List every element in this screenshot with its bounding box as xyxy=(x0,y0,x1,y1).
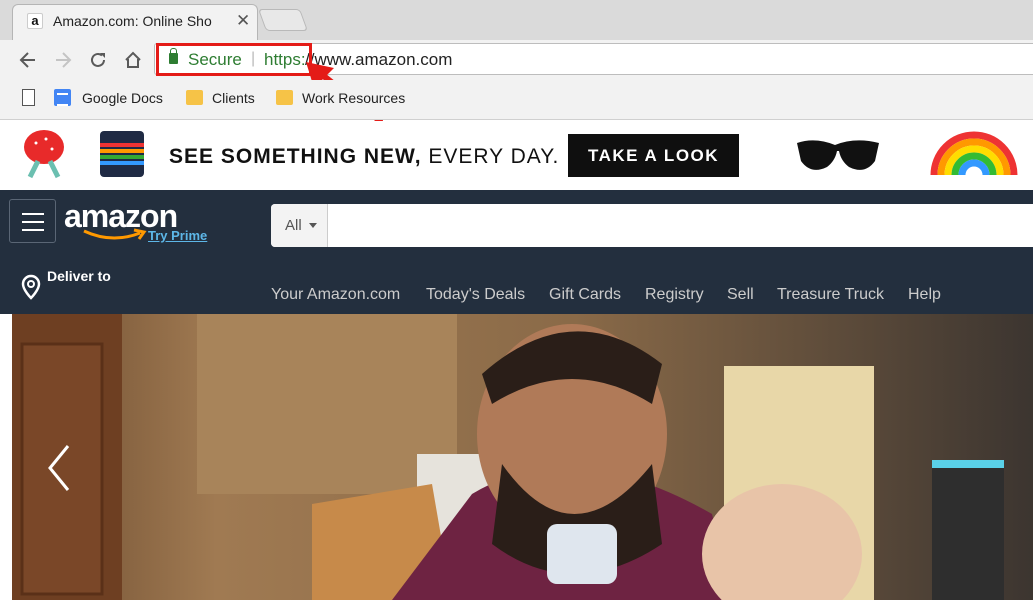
google-docs-icon xyxy=(54,89,71,106)
nav-sell[interactable]: Sell xyxy=(727,286,754,304)
try-prime-link[interactable]: Try Prime xyxy=(148,228,207,243)
bookmark-clients[interactable]: Clients xyxy=(212,90,255,106)
hero-image xyxy=(12,314,1033,600)
bookmark-google-docs[interactable]: Google Docs xyxy=(82,90,163,106)
rainbow-icon xyxy=(930,131,1018,176)
amazon-favicon-icon: a xyxy=(27,13,43,29)
folder-icon xyxy=(276,90,293,105)
nav-registry[interactable]: Registry xyxy=(645,286,704,304)
smile-arrow-icon xyxy=(83,228,147,240)
amazon-header: amazon Try Prime All Deliver to Your Ama… xyxy=(0,190,1033,314)
striped-pouch-icon xyxy=(100,131,144,177)
close-tab-icon[interactable]: ✕ xyxy=(236,11,250,31)
reload-button[interactable] xyxy=(88,50,108,70)
tab-strip: a Amazon.com: Online Sho ✕ xyxy=(0,0,1033,40)
home-button[interactable] xyxy=(123,50,143,70)
tab-amazon[interactable]: a Amazon.com: Online Sho ✕ xyxy=(12,4,258,40)
search-bar: All xyxy=(271,204,1033,247)
strawberry-pin-icon xyxy=(24,130,64,179)
nav-treasure-truck[interactable]: Treasure Truck xyxy=(777,286,884,304)
nav-todays-deals[interactable]: Today's Deals xyxy=(426,286,525,304)
search-category-dropdown[interactable]: All xyxy=(271,204,328,247)
sunglasses-icon xyxy=(797,140,879,170)
chevron-left-icon[interactable] xyxy=(46,444,72,492)
deliver-to-label[interactable]: Deliver to xyxy=(47,268,111,284)
search-input[interactable] xyxy=(329,204,1033,247)
nav-your-amazon[interactable]: Your Amazon.com xyxy=(271,286,400,304)
caret-down-icon xyxy=(309,223,317,228)
forward-button[interactable] xyxy=(53,50,73,70)
promo-banner[interactable]: SEE SOMETHING NEW, EVERY DAY. TAKE A LOO… xyxy=(0,121,1033,190)
take-a-look-button[interactable]: TAKE A LOOK xyxy=(568,134,739,177)
back-button[interactable] xyxy=(18,50,38,70)
nav-help[interactable]: Help xyxy=(908,286,941,304)
nav-gift-cards[interactable]: Gift Cards xyxy=(549,286,621,304)
page-icon[interactable] xyxy=(22,89,35,106)
bookmark-work-resources[interactable]: Work Resources xyxy=(302,90,405,106)
new-tab-button[interactable] xyxy=(257,9,309,31)
highlight-box xyxy=(156,43,312,76)
folder-icon xyxy=(186,90,203,105)
location-pin-icon xyxy=(21,274,41,300)
hero-carousel[interactable] xyxy=(12,314,1033,600)
bookmarks-bar: Google Docs Clients Work Resources xyxy=(0,80,1033,120)
promo-text: SEE SOMETHING NEW, EVERY DAY. xyxy=(169,145,560,168)
tab-title: Amazon.com: Online Sho xyxy=(53,13,212,29)
menu-icon[interactable] xyxy=(9,199,56,243)
